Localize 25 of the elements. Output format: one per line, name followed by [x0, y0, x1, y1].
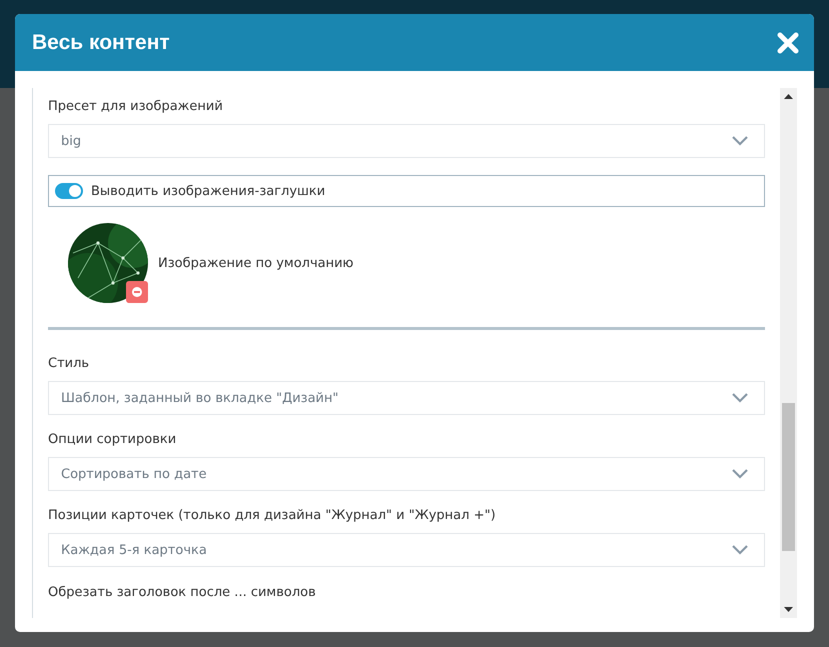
field-label: Обрезать заголовок после ... символов [48, 585, 317, 600]
chevron-down-icon [732, 136, 748, 146]
dropdown[interactable]: Каждая 5-я карточка [48, 533, 765, 567]
image-caption: Изображение по умолчанию [158, 256, 354, 270]
dropdown[interactable]: big [48, 124, 765, 158]
scroll-up-icon[interactable] [784, 94, 793, 99]
field-label: Опции сортировки [48, 432, 178, 447]
chevron-down-icon [732, 545, 748, 555]
toggle-switch[interactable] [55, 183, 83, 199]
scroll-thumb[interactable] [782, 402, 795, 552]
field-label: Позиции карточек (только для дизайна "Журнал" и "Журнал +") [48, 508, 497, 523]
toggle-label: Выводить изображения-заглушки [91, 184, 326, 198]
dialog-title: Весь контент [32, 30, 170, 54]
remove-button[interactable] [126, 281, 148, 303]
dropdown[interactable]: Сортировать по дате [48, 457, 765, 491]
minus-circle-icon [132, 287, 142, 297]
chevron-down-icon [732, 469, 748, 479]
close-button[interactable] [777, 32, 799, 54]
scrollbar[interactable] [780, 88, 797, 618]
close-icon [777, 32, 799, 54]
field-label: Пресет для изображений [48, 99, 224, 114]
scroll-down-icon[interactable] [784, 607, 793, 612]
field-label: Стиль [48, 356, 90, 371]
chevron-down-icon [732, 393, 748, 403]
dropdown[interactable]: Шаблон, заданный во вкладке "Дизайн" [48, 381, 765, 415]
